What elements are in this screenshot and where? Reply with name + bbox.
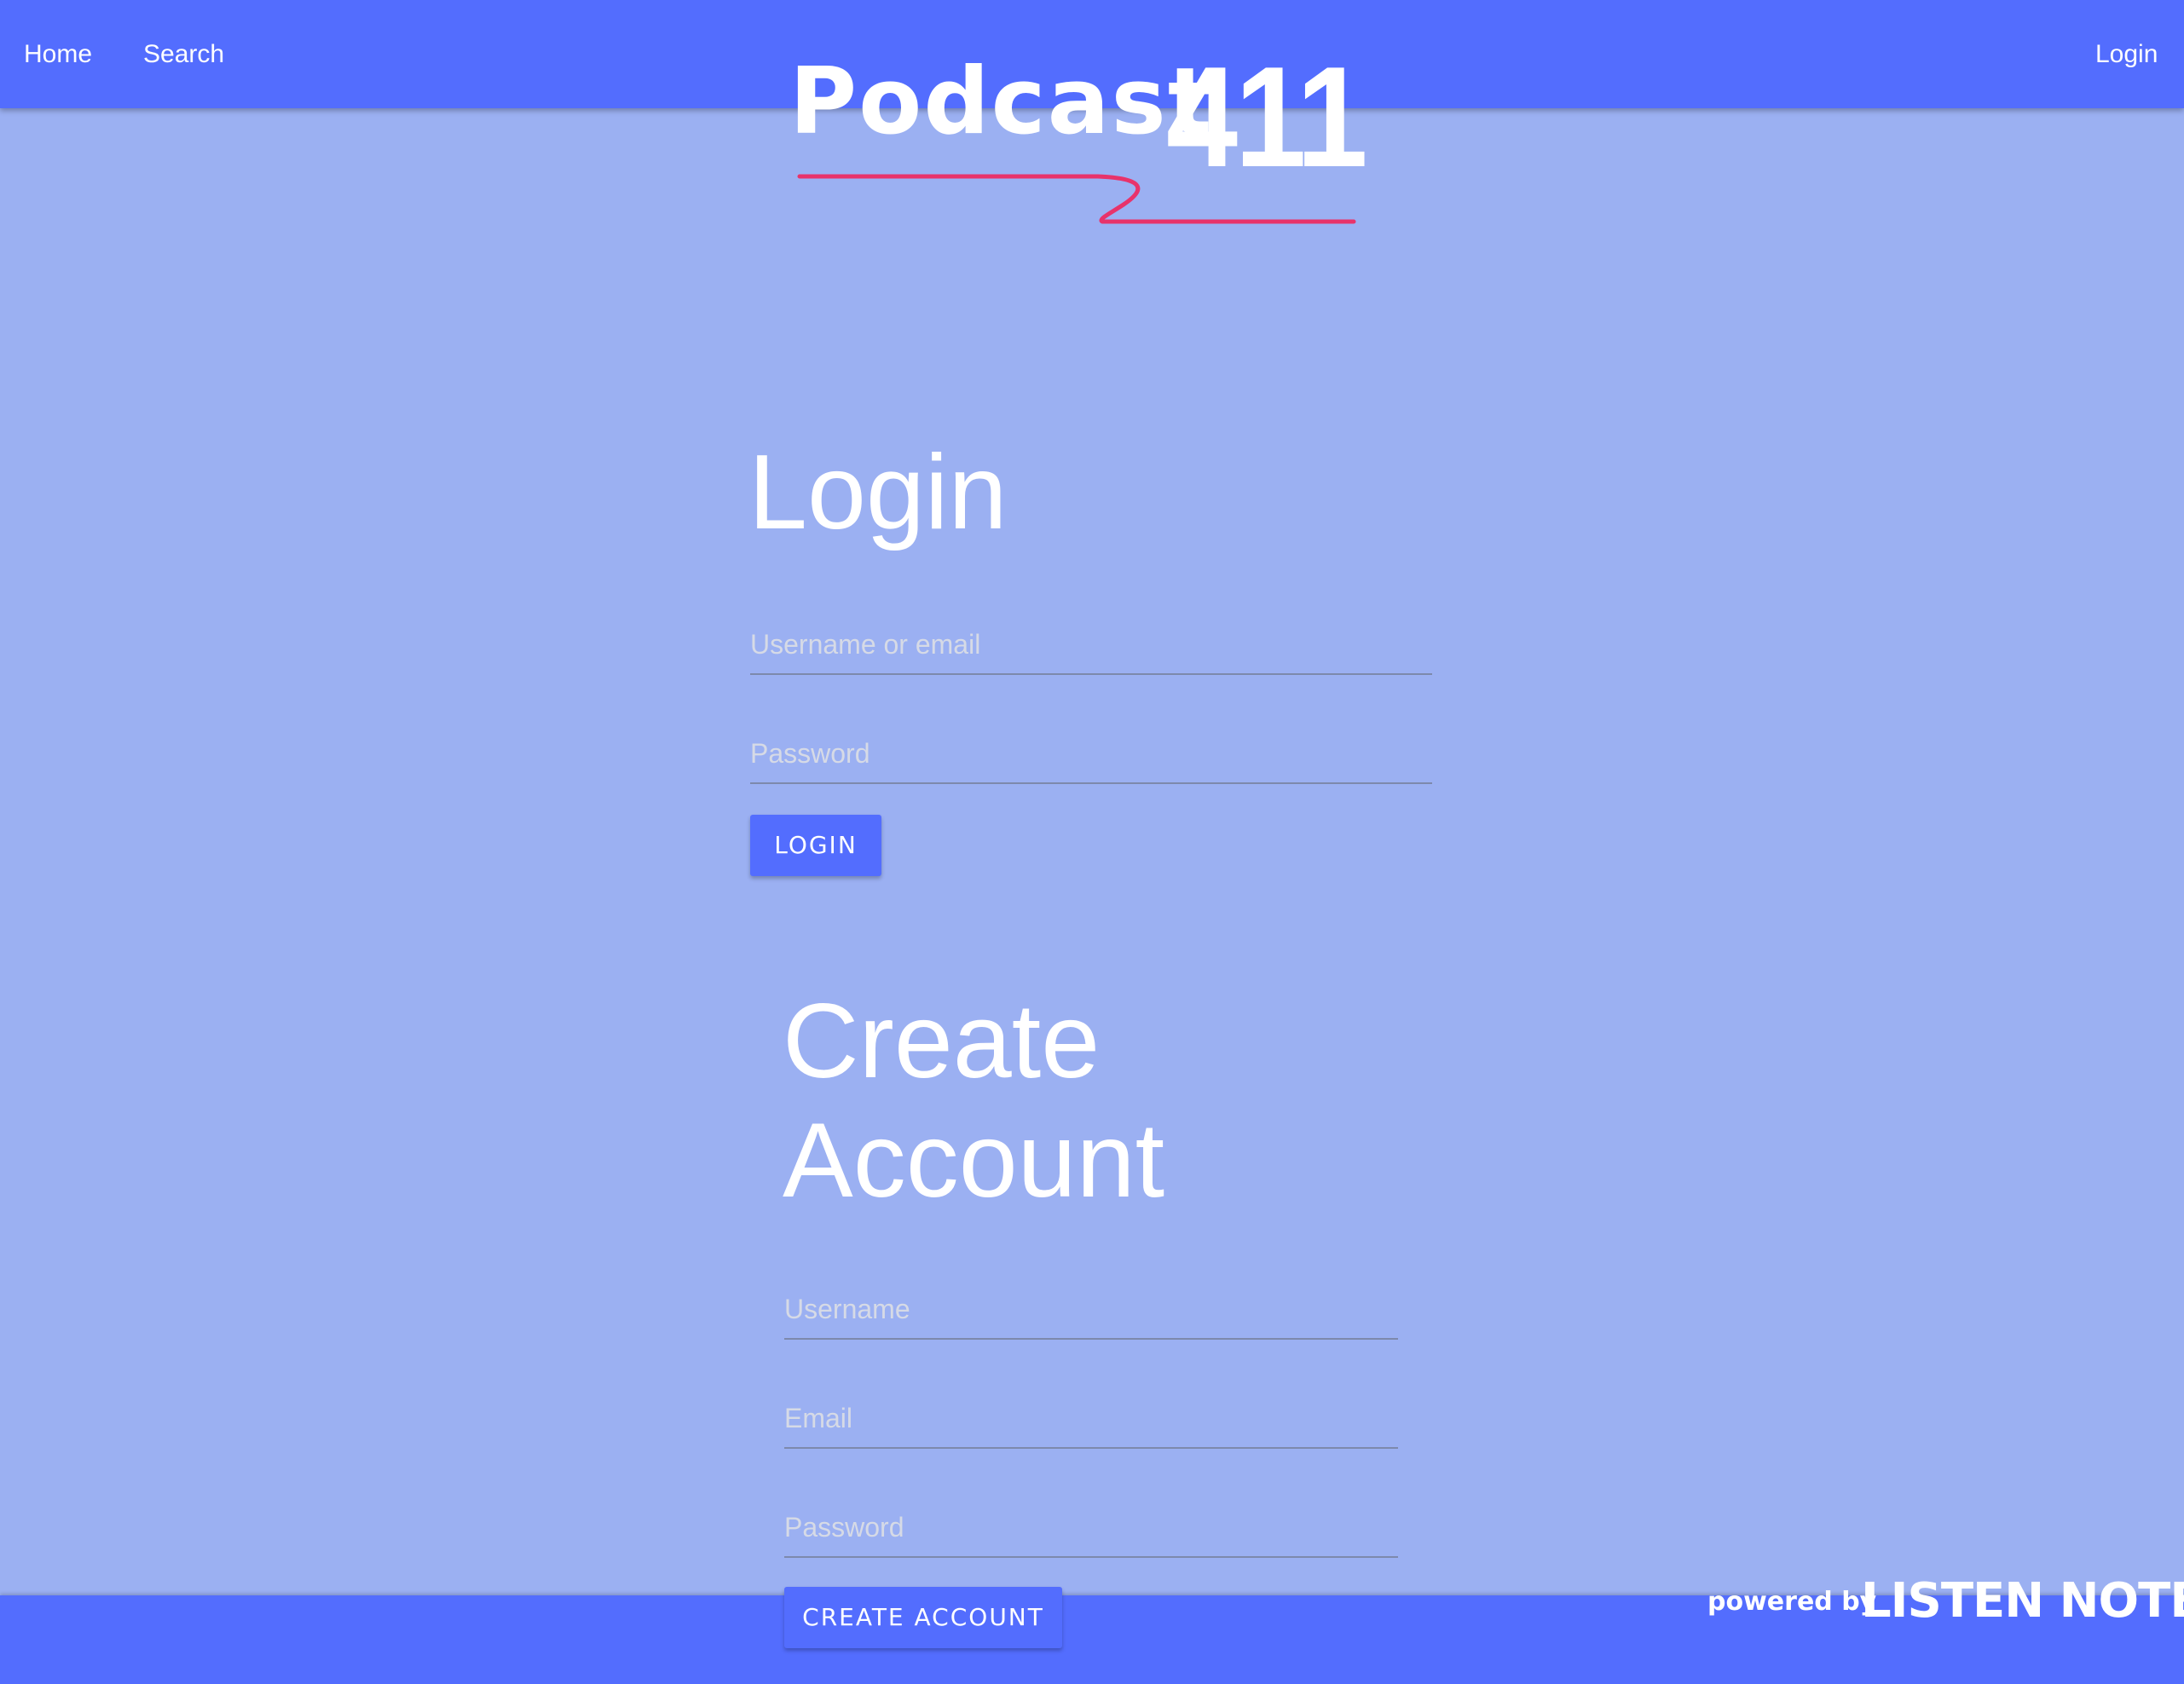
login-username-field[interactable]	[750, 614, 1432, 675]
login-password-input[interactable]	[750, 731, 1432, 776]
create-username-field[interactable]	[784, 1278, 1398, 1340]
create-username-input[interactable]	[784, 1287, 1398, 1331]
listen-notes-logo: LISTEN NOTES	[1861, 1573, 2184, 1629]
login-username-input[interactable]	[750, 622, 1432, 666]
create-account-button[interactable]: CREATE ACCOUNT	[784, 1587, 1062, 1648]
create-email-input[interactable]	[784, 1396, 1398, 1440]
logo-underline-swoosh	[797, 174, 1356, 224]
nav-login-link[interactable]: Login	[2095, 37, 2158, 72]
podcast411-logo[interactable]: Podcast 411	[783, 44, 1379, 240]
powered-by-label: powered by	[1707, 1587, 1877, 1617]
create-account-heading-line2: Account	[783, 1102, 1165, 1220]
nav-search-link[interactable]: Search	[143, 37, 224, 72]
login-password-field[interactable]	[750, 723, 1432, 784]
login-button[interactable]: LOGIN	[750, 815, 881, 876]
create-password-field[interactable]	[784, 1497, 1398, 1558]
create-account-heading-line1: Create	[783, 983, 1101, 1100]
create-email-field[interactable]	[784, 1387, 1398, 1449]
login-heading: Login	[748, 434, 1008, 551]
nav-home-link[interactable]: Home	[24, 37, 92, 72]
create-password-input[interactable]	[784, 1505, 1398, 1549]
